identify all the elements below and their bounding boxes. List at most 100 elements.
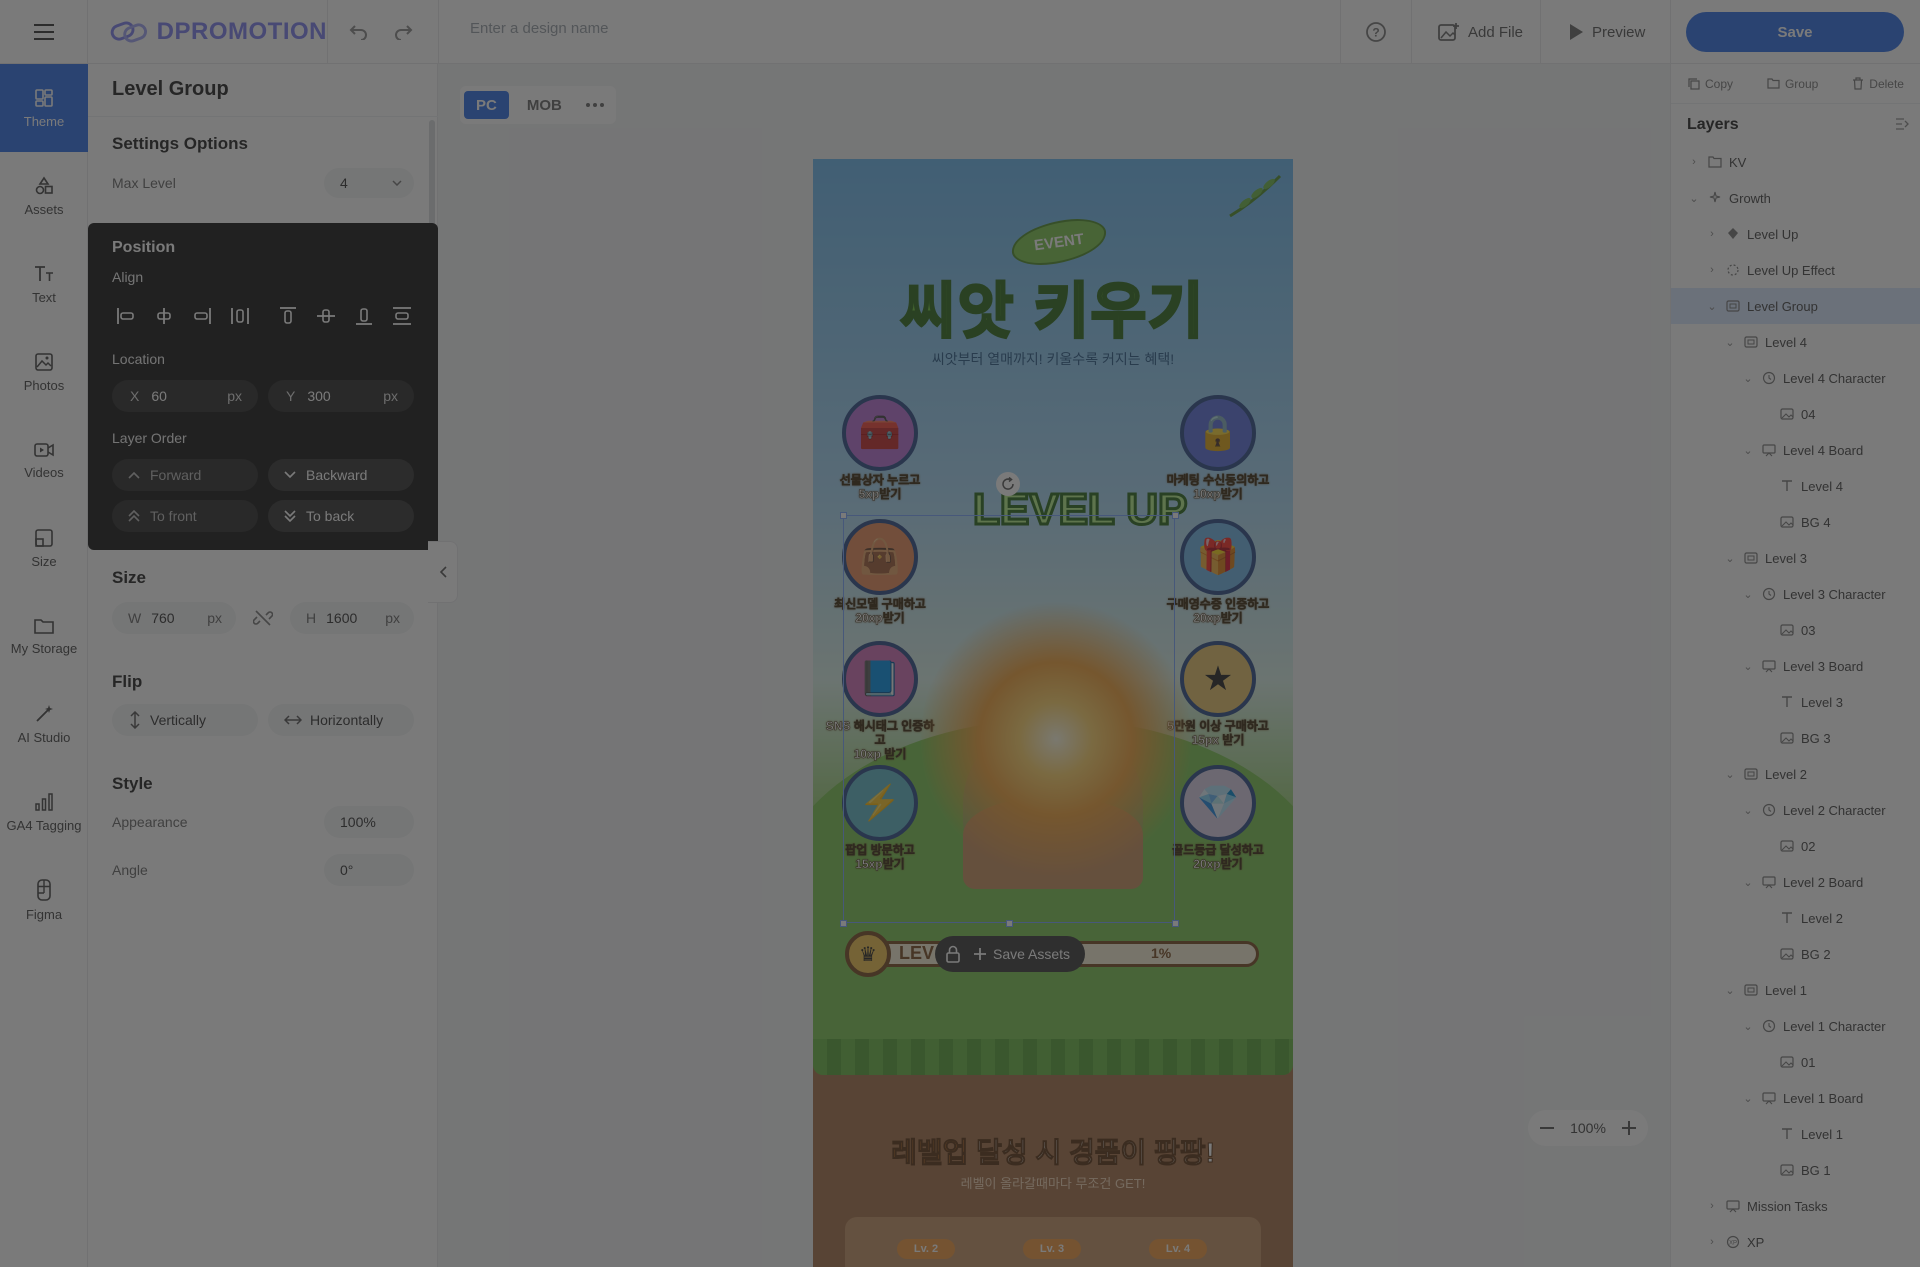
rail-item-assets[interactable]: Assets — [0, 152, 88, 240]
help-button[interactable]: ? — [1340, 0, 1412, 64]
layer-row[interactable]: BG 3 — [1671, 720, 1920, 756]
resize-handle[interactable] — [1172, 512, 1179, 519]
collapse-panel-button[interactable] — [428, 541, 458, 603]
save-button[interactable]: Save — [1686, 12, 1904, 52]
distribute-h-button[interactable] — [224, 301, 256, 331]
layer-row[interactable]: ⌄ Growth — [1671, 180, 1920, 216]
chevron-down-icon[interactable]: ⌄ — [1723, 552, 1737, 565]
rail-item-figma[interactable]: Figma — [0, 856, 88, 944]
chevron-down-icon[interactable]: ⌄ — [1741, 876, 1755, 889]
angle-input[interactable]: 0° — [324, 854, 414, 886]
layer-row[interactable]: ⌄ Level 1 — [1671, 972, 1920, 1008]
copy-button[interactable]: Copy — [1688, 77, 1733, 91]
layer-row[interactable]: Level 4 — [1671, 468, 1920, 504]
hamburger-menu-button[interactable] — [0, 0, 88, 64]
rail-item-photos[interactable]: Photos — [0, 328, 88, 416]
layer-row[interactable]: ⌄ Level 4 Character — [1671, 360, 1920, 396]
align-left-button[interactable] — [110, 301, 142, 331]
flip-horizontal-button[interactable]: Horizontally — [268, 704, 414, 736]
undo-button[interactable] — [344, 17, 374, 47]
more-options-button[interactable] — [580, 90, 610, 120]
rail-item-ai-studio[interactable]: AI Studio — [0, 680, 88, 768]
layer-row[interactable]: ⌄ Level 4 — [1671, 324, 1920, 360]
height-input[interactable]: H 1600 px — [290, 602, 414, 634]
save-assets-button[interactable]: Save Assets — [973, 946, 1070, 962]
layer-row[interactable]: ⌄ Level 3 — [1671, 540, 1920, 576]
rail-item-text[interactable]: Text — [0, 240, 88, 328]
layer-row[interactable]: BG 2 — [1671, 936, 1920, 972]
align-top-button[interactable] — [272, 301, 304, 331]
layer-row[interactable]: BG 4 — [1671, 504, 1920, 540]
send-to-back-button[interactable]: To back — [268, 500, 414, 532]
layer-row[interactable]: › Level Up — [1671, 216, 1920, 252]
group-button[interactable]: Group — [1767, 77, 1818, 91]
layer-row[interactable]: ⌄ Level Group — [1671, 288, 1920, 324]
rail-item-size[interactable]: Size — [0, 504, 88, 592]
app-logo[interactable]: DPROMOTION — [110, 0, 328, 64]
resize-handle[interactable] — [1172, 920, 1179, 927]
layer-row[interactable]: ⌄ Level 1 Character — [1671, 1008, 1920, 1044]
rail-item-theme[interactable]: Theme — [0, 64, 88, 152]
design-name-input[interactable]: Enter a design name — [470, 20, 608, 37]
layer-row[interactable]: 03 — [1671, 612, 1920, 648]
lock-ratio-toggle[interactable] — [248, 603, 278, 633]
chevron-right-icon[interactable]: › — [1705, 228, 1719, 240]
zoom-out-icon[interactable] — [1540, 1127, 1554, 1129]
chevron-down-icon[interactable]: ⌄ — [1741, 660, 1755, 673]
chevron-right-icon[interactable]: › — [1705, 264, 1719, 276]
align-bottom-button[interactable] — [348, 301, 380, 331]
bring-forward-button[interactable]: Forward — [112, 459, 258, 491]
align-right-button[interactable] — [186, 301, 218, 331]
layer-row[interactable]: ⌄ Level 4 Board — [1671, 432, 1920, 468]
layer-row[interactable]: › KV — [1671, 144, 1920, 180]
appearance-input[interactable]: 100% — [324, 806, 414, 838]
layer-row[interactable]: ⌄ Level 2 Character — [1671, 792, 1920, 828]
y-input[interactable]: Y 300 px — [268, 380, 414, 412]
rail-item-my-storage[interactable]: My Storage — [0, 592, 88, 680]
layer-row[interactable]: ⌄ Level 2 — [1671, 756, 1920, 792]
distribute-v-button[interactable] — [386, 301, 418, 331]
chevron-right-icon[interactable]: › — [1687, 156, 1701, 168]
chevron-down-icon[interactable]: ⌄ — [1741, 444, 1755, 457]
chevron-down-icon[interactable]: ⌄ — [1723, 336, 1737, 349]
width-input[interactable]: W 760 px — [112, 602, 236, 634]
layer-row[interactable]: › Level Up Effect — [1671, 252, 1920, 288]
layer-row[interactable]: › Mission Tasks — [1671, 1188, 1920, 1224]
chevron-down-icon[interactable]: ⌄ — [1723, 768, 1737, 781]
align-center-h-button[interactable] — [148, 301, 180, 331]
layer-row[interactable]: Level 1 — [1671, 1116, 1920, 1152]
rotate-handle[interactable] — [996, 472, 1020, 496]
add-file-button[interactable]: Add File — [1438, 0, 1523, 64]
layer-row[interactable]: BG 1 — [1671, 1152, 1920, 1188]
chevron-right-icon[interactable]: › — [1705, 1236, 1719, 1248]
resize-handle[interactable] — [1006, 920, 1013, 927]
layer-row[interactable]: Level 2 — [1671, 900, 1920, 936]
preview-button[interactable]: Preview — [1568, 0, 1645, 64]
lock-icon[interactable] — [945, 945, 961, 963]
artboard[interactable]: EVENT 씨앗 키우기 씨앗부터 열매까지! 키울수록 커지는 혜택! 🧰 선… — [813, 159, 1293, 1267]
collapse-all-icon[interactable] — [1895, 118, 1909, 130]
x-input[interactable]: X 60 px — [112, 380, 258, 412]
bring-to-front-button[interactable]: To front — [112, 500, 258, 532]
send-backward-button[interactable]: Backward — [268, 459, 414, 491]
chevron-down-icon[interactable]: ⌄ — [1723, 984, 1737, 997]
layer-row[interactable]: › XP XP — [1671, 1224, 1920, 1260]
chevron-down-icon[interactable]: ⌄ — [1687, 192, 1701, 205]
chevron-down-icon[interactable]: ⌄ — [1705, 300, 1719, 313]
layer-row[interactable]: ⌄ Level 3 Board — [1671, 648, 1920, 684]
rail-item-ga4-tagging[interactable]: GA4 Tagging — [0, 768, 88, 856]
layer-row[interactable]: ⌄ Level 1 Board — [1671, 1080, 1920, 1116]
chevron-down-icon[interactable]: ⌄ — [1741, 1092, 1755, 1105]
align-center-v-button[interactable] — [310, 301, 342, 331]
flip-vertical-button[interactable]: Vertically — [112, 704, 258, 736]
chevron-down-icon[interactable]: ⌄ — [1741, 1020, 1755, 1033]
layer-row[interactable]: 01 — [1671, 1044, 1920, 1080]
max-level-select[interactable]: 4 — [324, 168, 414, 198]
redo-button[interactable] — [388, 17, 418, 47]
selection-box[interactable] — [843, 515, 1175, 923]
layer-row[interactable]: 04 — [1671, 396, 1920, 432]
chevron-down-icon[interactable]: ⌄ — [1741, 588, 1755, 601]
rail-item-videos[interactable]: Videos — [0, 416, 88, 504]
chevron-down-icon[interactable]: ⌄ — [1741, 372, 1755, 385]
layer-row[interactable]: ⌄ Level 2 Board — [1671, 864, 1920, 900]
